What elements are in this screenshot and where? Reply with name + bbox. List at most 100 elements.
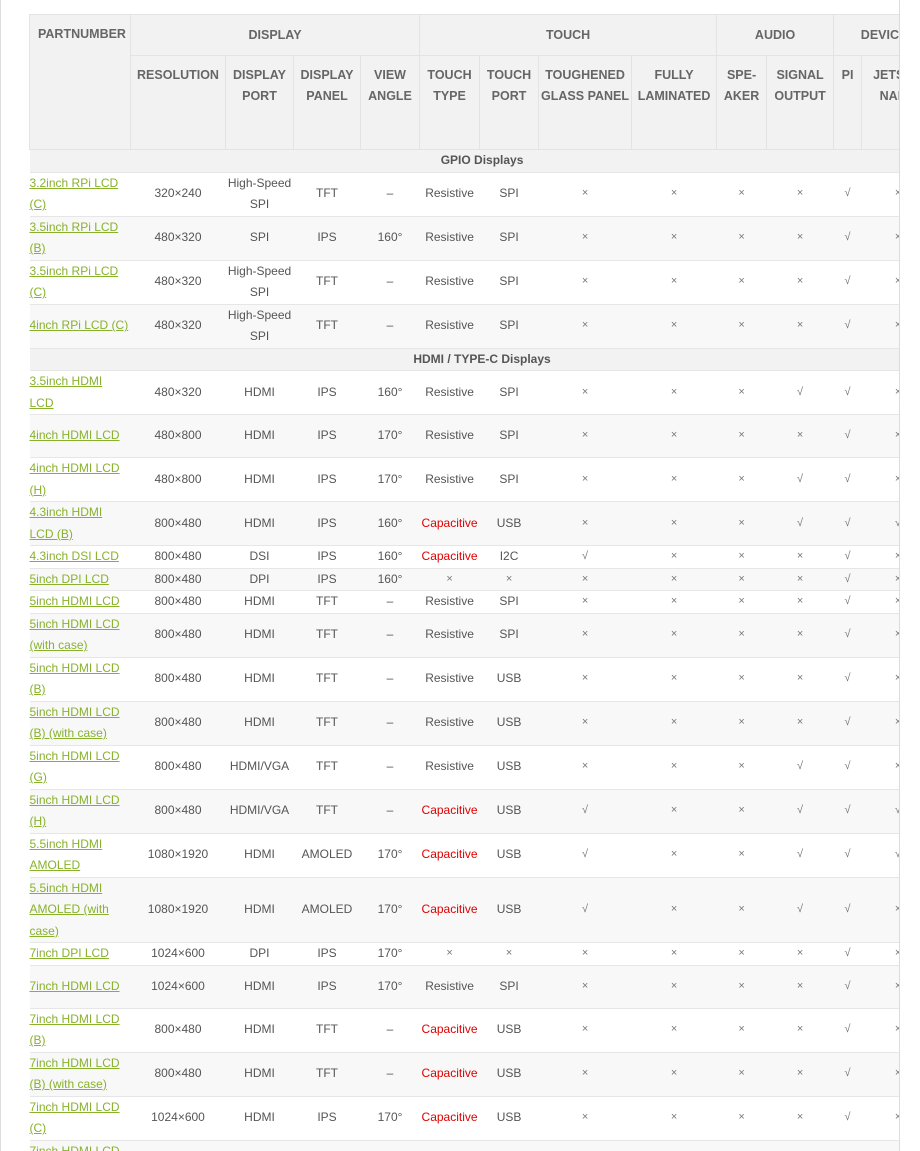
partnumber-cell[interactable]: 7inch HDMI LCD (C) (with case) [29, 1139, 131, 1151]
partnumber-link[interactable]: 7inch HDMI LCD (B) [30, 1012, 120, 1048]
partnumber-cell[interactable]: 3.5inch RPi LCD (C) [29, 259, 131, 305]
signal-output-cell: × [766, 1051, 834, 1097]
fully-laminated-cell: × [631, 612, 717, 658]
speaker-cell: × [716, 876, 767, 943]
partnumber-link[interactable]: 5inch HDMI LCD [30, 594, 120, 608]
header-group-row: PARTNUMBER DISPLAY TOUCH AUDIO DEVICE [29, 14, 899, 150]
partnumber-cell[interactable]: 3.5inch RPi LCD (B) [29, 215, 131, 261]
table-row: 7inch HDMI LCD 1024×600 HDMI IPS 170° Resisti… [29, 964, 899, 1009]
partnumber-cell[interactable]: 7inch HDMI LCD (B) [29, 1007, 131, 1053]
partnumber-cell[interactable]: 4.3inch HDMI LCD (B) [29, 501, 131, 546]
partnumber-link[interactable]: 5inch HDMI LCD (B) [30, 661, 120, 697]
signal-output-cell: × [766, 215, 834, 261]
toughened-glass-cell: × [538, 215, 632, 261]
partnumber-link[interactable]: 4.3inch HDMI LCD (B) [30, 505, 103, 541]
partnumber-link[interactable]: 4inch HDMI LCD (H) [30, 461, 120, 497]
partnumber-cell[interactable]: 4inch HDMI LCD [29, 414, 131, 458]
partnumber-link[interactable]: 7inch HDMI LCD [30, 979, 120, 993]
partnumber-cell[interactable]: 5inch HDMI LCD (B) (with case) [29, 700, 131, 746]
signal-output-cell: √ [766, 788, 834, 834]
partnumber-cell[interactable]: 5inch DPI LCD [29, 567, 131, 591]
signal-output-cell: × [766, 942, 834, 966]
partnumber-cell[interactable]: 3.2inch RPi LCD (C) [29, 171, 131, 217]
speaker-cell: × [716, 788, 767, 834]
header-toughened-glass: TOUGHENED GLASS PANEL [538, 55, 633, 150]
touch-type-cell: Capacitive [419, 876, 480, 943]
view-angle-cell: – [360, 171, 420, 217]
toughened-glass-cell: √ [538, 832, 632, 878]
partnumber-cell[interactable]: 3.5inch HDMI LCD [29, 370, 131, 415]
pi-cell: √ [833, 457, 862, 502]
partnumber-link[interactable]: 5inch HDMI LCD (with case) [30, 617, 120, 653]
partnumber-link[interactable]: 3.5inch RPi LCD (C) [30, 264, 119, 300]
partnumber-link[interactable]: 7inch HDMI LCD (C) [30, 1100, 120, 1136]
touch-port-cell: USB [479, 876, 539, 943]
partnumber-cell[interactable]: 7inch HDMI LCD [29, 964, 131, 1009]
partnumber-cell[interactable]: 5.5inch HDMI AMOLED (with case) [29, 876, 131, 943]
table-row: 5inch HDMI LCD (H) 800×480 HDMI/VGA TFT – Cap… [29, 788, 899, 834]
partnumber-cell[interactable]: 5inch HDMI LCD (H) [29, 788, 131, 834]
partnumber-cell[interactable]: 4.3inch DSI LCD [29, 545, 131, 569]
partnumber-cell[interactable]: 5inch HDMI LCD (G) [29, 744, 131, 790]
touch-port-cell: USB [479, 788, 539, 834]
signal-output-cell: × [766, 612, 834, 658]
display-panel-cell: IPS [293, 1139, 361, 1151]
pi-cell: √ [833, 259, 862, 305]
fully-laminated-cell: × [631, 1051, 717, 1097]
partnumber-link[interactable]: 7inch HDMI LCD (C) (with case) [30, 1144, 120, 1151]
display-panel-cell: TFT [293, 612, 361, 658]
signal-output-cell: √ [766, 501, 834, 546]
speaker-cell: × [716, 1007, 767, 1053]
touch-type-cell: Resistive [419, 964, 480, 1009]
speaker-cell: × [716, 215, 767, 261]
partnumber-cell[interactable]: 5inch HDMI LCD (B) [29, 656, 131, 702]
display-panel-cell: IPS [293, 414, 361, 458]
partnumber-link[interactable]: 5.5inch HDMI AMOLED (with case) [30, 881, 109, 938]
display-port-cell: HDMI [225, 612, 294, 658]
partnumber-cell[interactable]: 5inch HDMI LCD (with case) [29, 612, 131, 658]
display-port-cell: DPI [225, 942, 294, 966]
page-frame: PARTNUMBER DISPLAY TOUCH AUDIO DEVICE RE… [0, 0, 900, 1151]
partnumber-link[interactable]: 5inch HDMI LCD (G) [30, 749, 120, 785]
partnumber-cell[interactable]: 5.5inch HDMI AMOLED [29, 832, 131, 878]
toughened-glass-cell: × [538, 1095, 632, 1141]
partnumber-link[interactable]: 4inch HDMI LCD [30, 428, 120, 442]
pi-cell: √ [833, 501, 862, 546]
touch-port-cell: SPI [479, 964, 539, 1009]
touch-type-cell: Resistive [419, 215, 480, 261]
resolution-cell: 480×320 [130, 303, 226, 349]
partnumber-cell[interactable]: 4inch HDMI LCD (H) [29, 457, 131, 502]
table-row: 4inch RPi LCD (C) 480×320 High-Speed SPI TF… [29, 303, 899, 349]
signal-output-cell: √ [766, 832, 834, 878]
partnumber-link[interactable]: 7inch DPI LCD [30, 946, 109, 960]
partnumber-link[interactable]: 5.5inch HDMI AMOLED [30, 837, 103, 873]
display-port-cell: HDMI [225, 457, 294, 502]
partnumber-cell[interactable]: 7inch HDMI LCD (B) (with case) [29, 1051, 131, 1097]
pi-cell: √ [833, 964, 862, 1009]
partnumber-link[interactable]: 4.3inch DSI LCD [30, 549, 119, 563]
toughened-glass-cell: × [538, 964, 632, 1009]
pi-cell: √ [833, 1007, 862, 1053]
table-row: 5inch HDMI LCD (B) (with case) 800×480 HDM… [29, 700, 899, 746]
partnumber-link[interactable]: 3.2inch RPi LCD (C) [30, 176, 119, 212]
partnumber-link[interactable]: 5inch HDMI LCD (H) [30, 793, 120, 829]
touch-port-cell: SPI [479, 457, 539, 502]
partnumber-cell[interactable]: 5inch HDMI LCD [29, 590, 131, 614]
toughened-glass-cell: × [538, 1007, 632, 1053]
partnumber-link[interactable]: 7inch HDMI LCD (B) (with case) [30, 1056, 120, 1092]
partnumber-cell[interactable]: 7inch HDMI LCD (C) [29, 1095, 131, 1141]
display-panel-cell: IPS [293, 545, 361, 569]
partnumber-link[interactable]: 5inch HDMI LCD (B) (with case) [30, 705, 120, 741]
display-port-cell: HDMI [225, 1007, 294, 1053]
partnumber-link[interactable]: 3.5inch HDMI LCD [30, 374, 103, 410]
partnumber-link[interactable]: 3.5inch RPi LCD (B) [30, 220, 119, 256]
partnumber-cell[interactable]: 4inch RPi LCD (C) [29, 303, 131, 349]
partnumber-link[interactable]: 4inch RPi LCD (C) [30, 318, 129, 332]
header-group-touch: TOUCH [419, 14, 718, 56]
touch-port-cell: SPI [479, 414, 539, 458]
table-row: 7inch HDMI LCD (B) (with case) 800×480 HDM… [29, 1051, 899, 1097]
pi-cell: √ [833, 370, 862, 415]
partnumber-link[interactable]: 5inch DPI LCD [30, 572, 109, 586]
partnumber-cell[interactable]: 7inch DPI LCD [29, 942, 131, 966]
display-panel-cell: TFT [293, 590, 361, 614]
